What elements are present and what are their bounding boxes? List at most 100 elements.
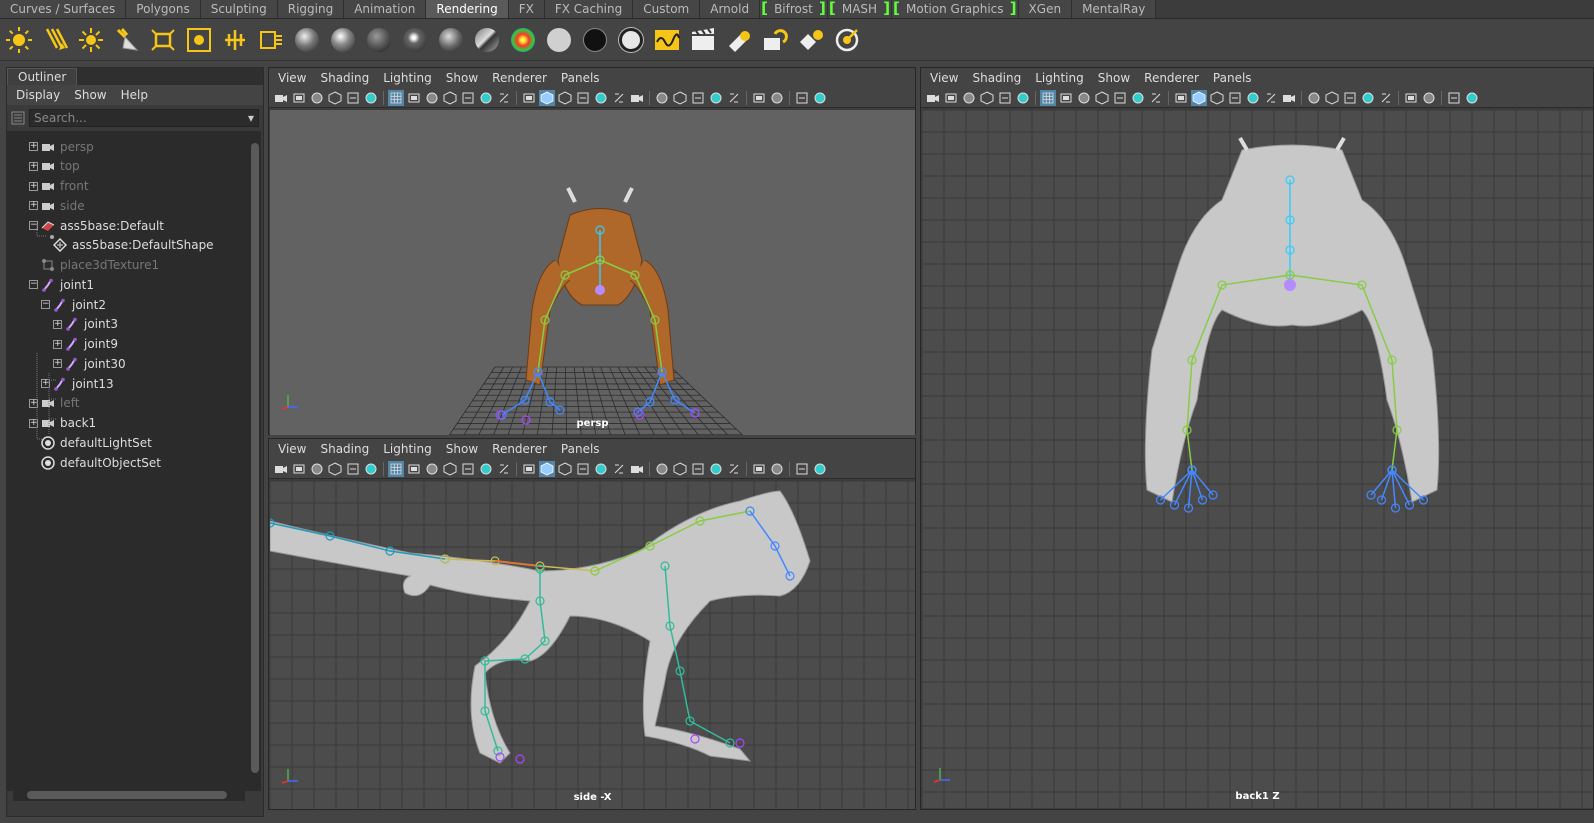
camera-aim-icon[interactable] xyxy=(256,25,286,55)
render-globals-icon[interactable] xyxy=(832,25,862,55)
smooth-shade-all-icon[interactable] xyxy=(539,460,555,477)
use-all-lights-icon[interactable] xyxy=(1306,90,1322,106)
isolate-select-icon[interactable] xyxy=(751,461,767,477)
2d-pan-zoom-icon[interactable] xyxy=(997,90,1013,106)
gamma-icon[interactable] xyxy=(812,90,828,106)
outliner-item-side[interactable]: + side xyxy=(29,196,85,215)
camera-attributes-icon[interactable] xyxy=(943,90,959,106)
directional-light-icon[interactable] xyxy=(40,25,70,55)
shadows-icon[interactable] xyxy=(1324,90,1340,106)
outliner-tab[interactable]: Outliner xyxy=(7,68,78,85)
expand-toggle[interactable]: − xyxy=(29,221,38,230)
viewport-side[interactable]: side -X xyxy=(270,481,915,809)
exposure-icon[interactable] xyxy=(1446,90,1462,106)
search-input[interactable]: Search... xyxy=(29,109,259,127)
outliner-item-top[interactable]: + top xyxy=(29,157,80,176)
field-chart-icon[interactable] xyxy=(460,90,476,106)
shelf-tab-mash[interactable]: MASH xyxy=(827,0,893,18)
panel-menu-lighting[interactable]: Lighting xyxy=(376,442,439,456)
phong-e-material-icon[interactable] xyxy=(400,25,430,55)
grease-pencil-icon[interactable] xyxy=(1015,90,1031,106)
shelf-tab-rendering[interactable]: Rendering xyxy=(426,0,509,18)
image-plane-icon[interactable] xyxy=(327,90,343,106)
panel-menu-show[interactable]: Show xyxy=(439,442,485,456)
exposure-icon[interactable] xyxy=(794,90,810,106)
default-material-icon[interactable] xyxy=(575,461,591,477)
render-view-icon[interactable] xyxy=(652,25,682,55)
wireframe-icon[interactable] xyxy=(521,461,537,477)
xray-active-icon[interactable] xyxy=(629,90,645,106)
expand-toggle[interactable]: + xyxy=(29,161,38,171)
isolate-select-icon[interactable] xyxy=(1403,90,1419,106)
2d-pan-zoom-icon[interactable] xyxy=(345,461,361,477)
shelf-tab-bifrost[interactable]: Bifrost xyxy=(760,0,828,18)
wireframe-on-shaded-icon[interactable] xyxy=(557,90,573,106)
safe-title-icon[interactable] xyxy=(496,461,512,477)
expand-toggle[interactable]: + xyxy=(29,181,38,191)
surface-shader-white-icon[interactable] xyxy=(544,25,574,55)
motion-blur-icon[interactable] xyxy=(708,90,724,106)
film-gate-icon[interactable] xyxy=(406,90,422,106)
gate-mask-icon[interactable] xyxy=(442,461,458,477)
outliner-item-joint1[interactable]: − joint1 xyxy=(29,275,94,294)
outliner-menu-help[interactable]: Help xyxy=(114,88,155,102)
outliner-item-defaultobjectset[interactable]: defaultObjectSet xyxy=(41,453,161,472)
outliner-item-persp[interactable]: + persp xyxy=(29,137,94,156)
safe-title-icon[interactable] xyxy=(1148,90,1164,106)
resolution-gate-icon[interactable] xyxy=(1076,90,1092,106)
horizontal-scrollbar[interactable] xyxy=(13,789,245,801)
use-all-lights-icon[interactable] xyxy=(654,461,670,477)
phong-material-icon[interactable] xyxy=(364,25,394,55)
expand-toggle[interactable]: + xyxy=(53,319,62,329)
field-chart-icon[interactable] xyxy=(460,461,476,477)
xray-components-icon[interactable] xyxy=(1421,90,1437,106)
xray-icon[interactable] xyxy=(1245,90,1261,106)
bookmarks-icon[interactable] xyxy=(309,90,325,106)
anti-aliasing-icon[interactable] xyxy=(726,90,742,106)
shelf-tab-animation[interactable]: Animation xyxy=(344,0,427,18)
panel-menu-view[interactable]: View xyxy=(923,71,965,85)
panel-menu-shading[interactable]: Shading xyxy=(965,71,1028,85)
anti-aliasing-icon[interactable] xyxy=(726,461,742,477)
outliner-item-place3dtexture1[interactable]: place3dTexture1 xyxy=(41,256,159,275)
outliner-item-joint13[interactable]: + joint13 xyxy=(41,374,114,393)
gamma-icon[interactable] xyxy=(1464,90,1480,106)
outliner-menu-show[interactable]: Show xyxy=(67,88,113,102)
outliner-menu-display[interactable]: Display xyxy=(9,88,67,102)
camera-attributes-icon[interactable] xyxy=(291,90,307,106)
bookmarks-icon[interactable] xyxy=(961,90,977,106)
render-current-frame-icon[interactable] xyxy=(688,25,718,55)
lambert-material-icon[interactable] xyxy=(292,25,322,55)
xray-components-icon[interactable] xyxy=(769,90,785,106)
shelf-tab-polygons[interactable]: Polygons xyxy=(126,0,201,18)
shelf-tab-fx[interactable]: FX xyxy=(508,0,545,18)
expand-toggle[interactable]: − xyxy=(29,280,38,290)
image-plane-icon[interactable] xyxy=(327,461,343,477)
xray-icon[interactable] xyxy=(593,461,609,477)
screen-space-ao-icon[interactable] xyxy=(1342,90,1358,106)
panel-menu-shading[interactable]: Shading xyxy=(313,442,376,456)
panel-menu-panels[interactable]: Panels xyxy=(554,442,607,456)
shelf-tab-mentalray[interactable]: MentalRay xyxy=(1072,0,1157,18)
select-camera-icon[interactable] xyxy=(273,90,289,106)
grid-icon[interactable] xyxy=(388,460,404,477)
default-material-icon[interactable] xyxy=(575,90,591,106)
xray-joints-icon[interactable] xyxy=(1263,90,1279,106)
panel-menu-view[interactable]: View xyxy=(271,71,313,85)
point-light-icon[interactable] xyxy=(76,25,106,55)
panel-menu-panels[interactable]: Panels xyxy=(1206,71,1259,85)
wireframe-icon[interactable] xyxy=(1173,90,1189,106)
area-light-icon[interactable] xyxy=(148,25,178,55)
outliner-tree[interactable]: + persp + top + front + side − ass5base:Default as… xyxy=(7,131,249,791)
expand-toggle[interactable]: + xyxy=(29,418,38,428)
outliner-item-ass5base-default[interactable]: − ass5base:Default xyxy=(29,216,164,235)
gate-mask-icon[interactable] xyxy=(442,90,458,106)
motion-blur-icon[interactable] xyxy=(1360,90,1376,106)
shadows-icon[interactable] xyxy=(672,90,688,106)
viewport-back[interactable]: back1 Z xyxy=(922,110,1593,808)
panel-menu-show[interactable]: Show xyxy=(1091,71,1137,85)
field-chart-icon[interactable] xyxy=(1112,90,1128,106)
gate-mask-icon[interactable] xyxy=(1094,90,1110,106)
camera-attributes-icon[interactable] xyxy=(291,461,307,477)
outliner-item-joint2[interactable]: − joint2 xyxy=(41,295,106,314)
